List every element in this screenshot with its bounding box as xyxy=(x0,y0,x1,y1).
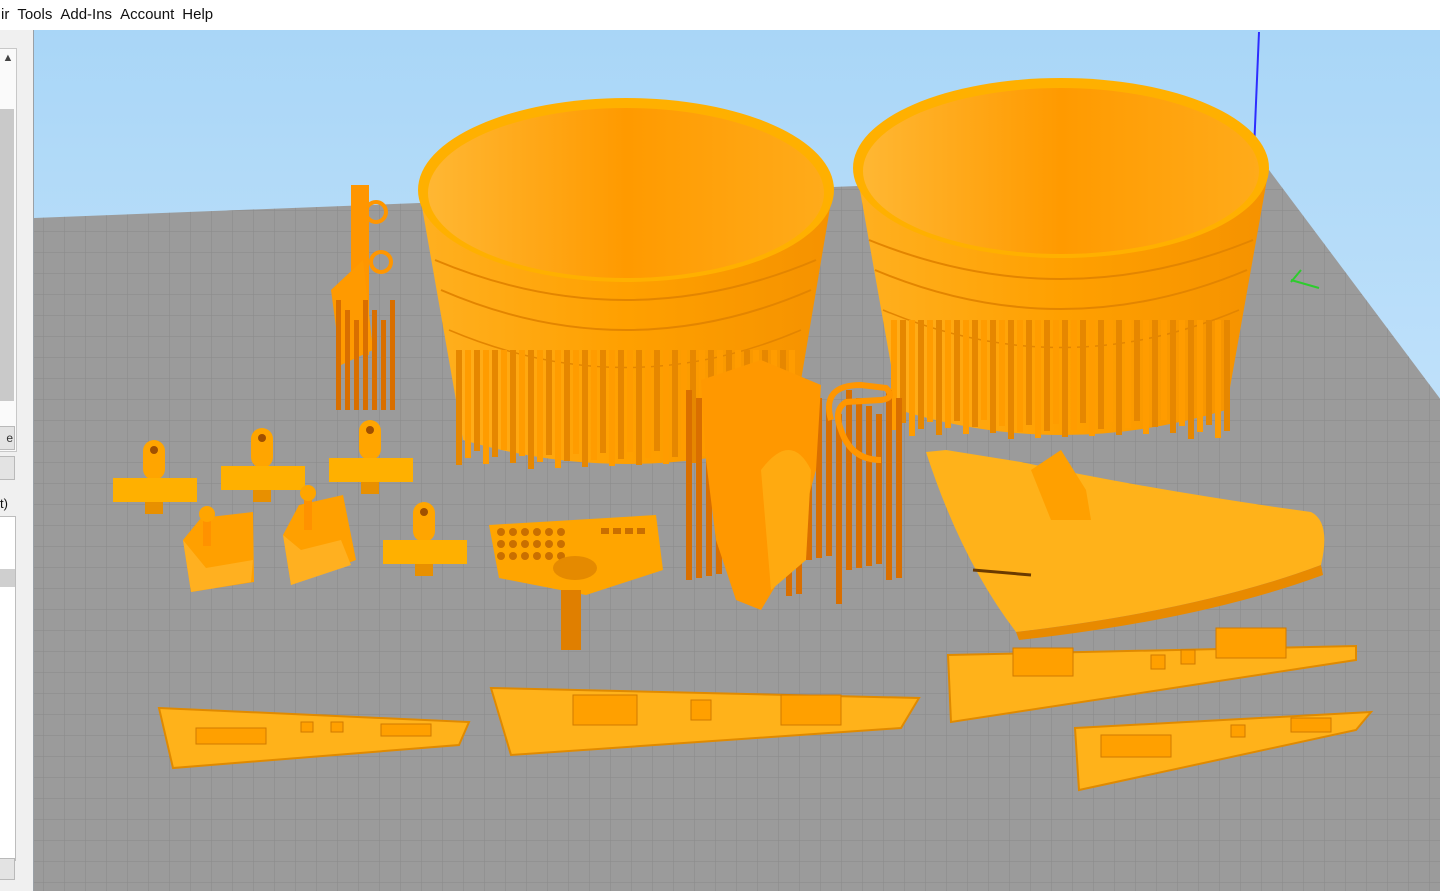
panel-object-list[interactable] xyxy=(0,516,16,861)
panel-detail-2 xyxy=(300,721,314,733)
menu-help[interactable]: Help xyxy=(178,0,217,30)
panel-button-a[interactable]: e xyxy=(0,426,15,450)
panel-detail-3 xyxy=(330,721,344,733)
panel-detail-5 xyxy=(572,694,638,726)
menu-add-ins[interactable]: Add-Ins xyxy=(56,0,116,30)
scene-canvas[interactable] xyxy=(34,30,1440,891)
panel-detail-6 xyxy=(690,699,712,721)
panel-detail-1 xyxy=(195,727,267,745)
panel-detail-9 xyxy=(1215,627,1287,659)
left-panel: ▲ ▼ e t) xyxy=(0,30,33,891)
panel-list-label: t) xyxy=(0,496,8,511)
3d-viewport[interactable] xyxy=(33,30,1440,891)
panel-detail-7 xyxy=(780,694,842,726)
menu-bar: ir Tools Add-Ins Account Help xyxy=(0,0,1440,30)
panel-detail-11 xyxy=(1180,649,1196,665)
panel-detail-12 xyxy=(1100,734,1172,758)
menu-repair[interactable]: ir xyxy=(0,0,13,30)
panel-button-b[interactable] xyxy=(0,456,15,480)
panel-detail-13 xyxy=(1230,724,1246,738)
scroll-thumb[interactable] xyxy=(0,109,14,401)
menu-tools[interactable]: Tools xyxy=(13,0,56,30)
right-nozzle-cup-model[interactable] xyxy=(853,78,1269,439)
panel-detail-8 xyxy=(1012,647,1074,677)
menu-account[interactable]: Account xyxy=(116,0,178,30)
panel-detail-14 xyxy=(1290,717,1332,733)
scroll-up-arrow-icon[interactable]: ▲ xyxy=(0,49,16,67)
list-item-selected[interactable] xyxy=(0,569,15,587)
panel-detail-10 xyxy=(1150,654,1166,670)
panel-detail-4 xyxy=(380,723,432,737)
left-panel-scrollbar[interactable]: ▲ ▼ xyxy=(0,48,17,452)
panel-bottom-button[interactable] xyxy=(0,858,15,880)
